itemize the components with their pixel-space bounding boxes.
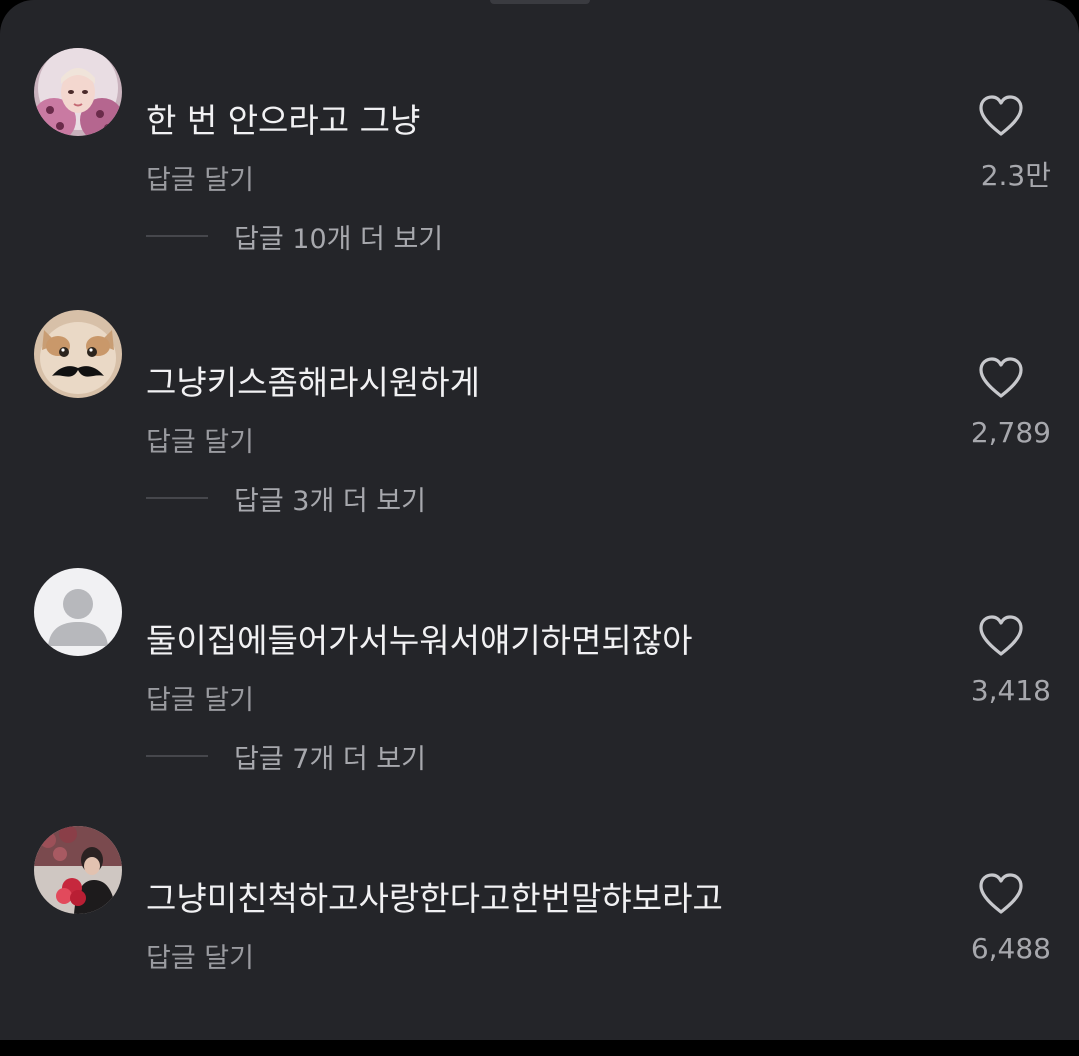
view-replies-button[interactable]: 답글 7개 더 보기 [146,736,426,776]
view-replies-button[interactable]: 답글 10개 더 보기 [146,216,443,256]
view-replies-label: 답글 3개 더 보기 [234,485,426,517]
sheet-drag-handle[interactable] [490,0,590,4]
divider-line [146,235,208,237]
like-count: 6,488 [970,932,1051,965]
user-avatar[interactable] [34,826,122,914]
avatar-photo-pink-hooded-person [34,48,122,136]
reply-button[interactable]: 답글 달기 [146,678,254,717]
like-control: 2,789 [941,356,1051,466]
heart-outline-icon[interactable] [977,614,1025,658]
view-replies-label: 답글 10개 더 보기 [234,223,444,255]
comment-text: 그냥미친척하고사랑한다고한번말햐보라고 [146,879,723,918]
like-count: 3,418 [970,674,1051,707]
reply-button[interactable]: 답글 달기 [146,420,254,459]
divider-line [146,497,208,499]
comment-text: 그냥키스좀해라시원하게 [146,363,480,402]
avatar-photo-person-with-flowers [34,826,122,914]
like-control: 2.3만 [941,94,1051,204]
heart-outline-icon[interactable] [977,356,1025,400]
user-avatar[interactable] [34,310,122,398]
like-count: 2,789 [970,416,1051,449]
divider-line [146,755,208,757]
avatar-photo-cat-with-mustache [34,310,122,398]
comment-item: 그냥키스좀해라시원하게 답글 달기 답글 3개 더 보기 2,789 [0,310,1079,540]
comment-item: 한 번 안으라고 그냥 답글 달기 답글 10개 더 보기 2.3만 [0,48,1079,278]
heart-outline-icon[interactable] [977,872,1025,916]
reply-button[interactable]: 답글 달기 [146,936,254,975]
comment-item: 둘이집에들어가서누워서얘기하면되잖아 답글 달기 답글 7개 더 보기 3,41… [0,568,1079,798]
user-avatar[interactable] [34,48,122,136]
user-avatar[interactable] [34,568,122,656]
heart-outline-icon[interactable] [977,94,1025,138]
like-control: 3,418 [941,614,1051,724]
reply-button[interactable]: 답글 달기 [146,158,254,197]
like-count: 2.3만 [980,159,1051,192]
view-replies-label: 답글 7개 더 보기 [234,743,426,775]
comment-text: 둘이집에들어가서누워서얘기하면되잖아 [146,621,693,660]
view-replies-button[interactable]: 답글 3개 더 보기 [146,478,426,518]
avatar-default-person-icon [34,568,122,656]
comment-text: 한 번 안으라고 그냥 [146,101,421,140]
comment-item: 그냥미친척하고사랑한다고한번말햐보라고 답글 달기 6,488 [0,826,1079,1056]
comments-sheet: 한 번 안으라고 그냥 답글 달기 답글 10개 더 보기 2.3만 그냥키스좀… [0,0,1079,1040]
like-control: 6,488 [941,872,1051,982]
